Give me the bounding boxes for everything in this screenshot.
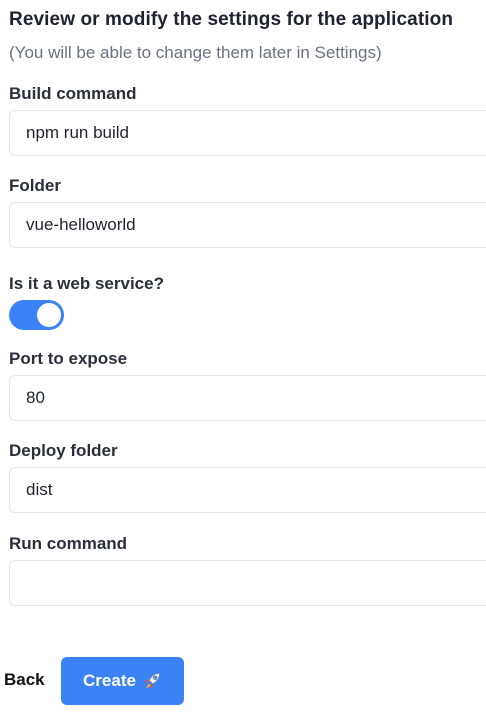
deploy-folder-input[interactable] bbox=[9, 467, 486, 513]
web-service-toggle[interactable] bbox=[9, 300, 64, 330]
port-label: Port to expose bbox=[9, 349, 128, 368]
folder-input[interactable] bbox=[9, 202, 486, 248]
page-subtitle: (You will be able to change them later i… bbox=[9, 43, 382, 62]
folder-label: Folder bbox=[9, 176, 61, 195]
port-input[interactable] bbox=[9, 375, 486, 421]
rocket-icon bbox=[144, 673, 160, 689]
run-command-label: Run command bbox=[9, 534, 128, 553]
page-title: Review or modify the settings for the ap… bbox=[9, 9, 454, 30]
build-command-label: Build command bbox=[9, 84, 137, 103]
create-button[interactable]: Create bbox=[61, 657, 184, 705]
run-command-input[interactable] bbox=[9, 560, 486, 606]
deploy-folder-label: Deploy folder bbox=[9, 441, 118, 460]
create-button-label: Create bbox=[83, 671, 136, 690]
toggle-knob bbox=[37, 303, 61, 327]
web-service-label: Is it a web service? bbox=[9, 274, 164, 293]
build-command-input[interactable] bbox=[9, 110, 486, 156]
settings-page: Review or modify the settings for the ap… bbox=[0, 0, 486, 712]
back-button[interactable]: Back bbox=[4, 670, 45, 690]
